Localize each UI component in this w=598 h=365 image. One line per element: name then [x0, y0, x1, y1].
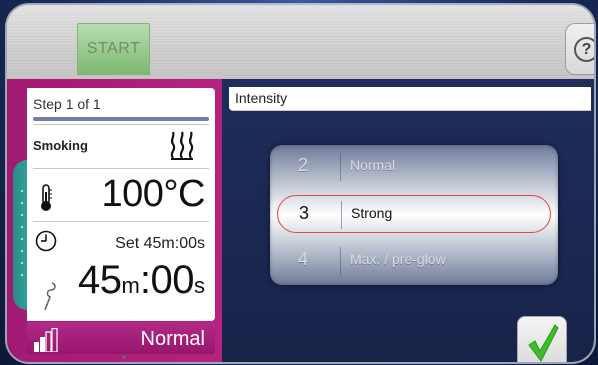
- step-label: Step 1 of 1: [33, 96, 101, 112]
- set-time-label[interactable]: Set 45m:00s: [115, 235, 205, 253]
- smoke-icon[interactable]: [167, 128, 197, 160]
- step-progress: [33, 117, 209, 121]
- thermometer-icon[interactable]: [39, 184, 53, 212]
- mode-label[interactable]: Smoking: [33, 138, 88, 153]
- remaining-time-value[interactable]: 45m:00s: [78, 258, 205, 303]
- question-mark-icon: ?: [574, 37, 594, 62]
- start-button[interactable]: START: [77, 23, 150, 75]
- probe-icon[interactable]: [41, 281, 59, 311]
- intensity-summary-label: Normal: [140, 328, 205, 350]
- intensity-selector[interactable]: 2 Normal 3 Strong 4 Max. / pre-glow: [270, 145, 558, 285]
- intensity-option-4[interactable]: 4 Max. / pre-glow: [270, 241, 558, 281]
- intensity-header: Intensity: [229, 87, 591, 111]
- checkmark-icon: [528, 324, 559, 362]
- device-screen: START ? Step 1 of 1 Smoking 100°C Set 45…: [7, 5, 594, 362]
- intensity-option-3-selected[interactable]: 3 Strong: [277, 195, 551, 233]
- clock-icon[interactable]: [35, 230, 57, 252]
- confirm-button[interactable]: [517, 316, 567, 362]
- signal-bars-icon: [34, 328, 58, 352]
- intensity-summary[interactable]: Normal ▾: [27, 322, 215, 362]
- intensity-option-2[interactable]: 2 Normal: [270, 147, 558, 187]
- intensity-title: Intensity: [235, 90, 288, 106]
- temperature-value[interactable]: 100°C: [101, 173, 205, 216]
- scroll-down-icon[interactable]: ▾: [122, 352, 127, 362]
- step-card: Step 1 of 1 Smoking 100°C Set 45m:00s 45…: [27, 88, 215, 321]
- help-button[interactable]: ?: [565, 23, 594, 75]
